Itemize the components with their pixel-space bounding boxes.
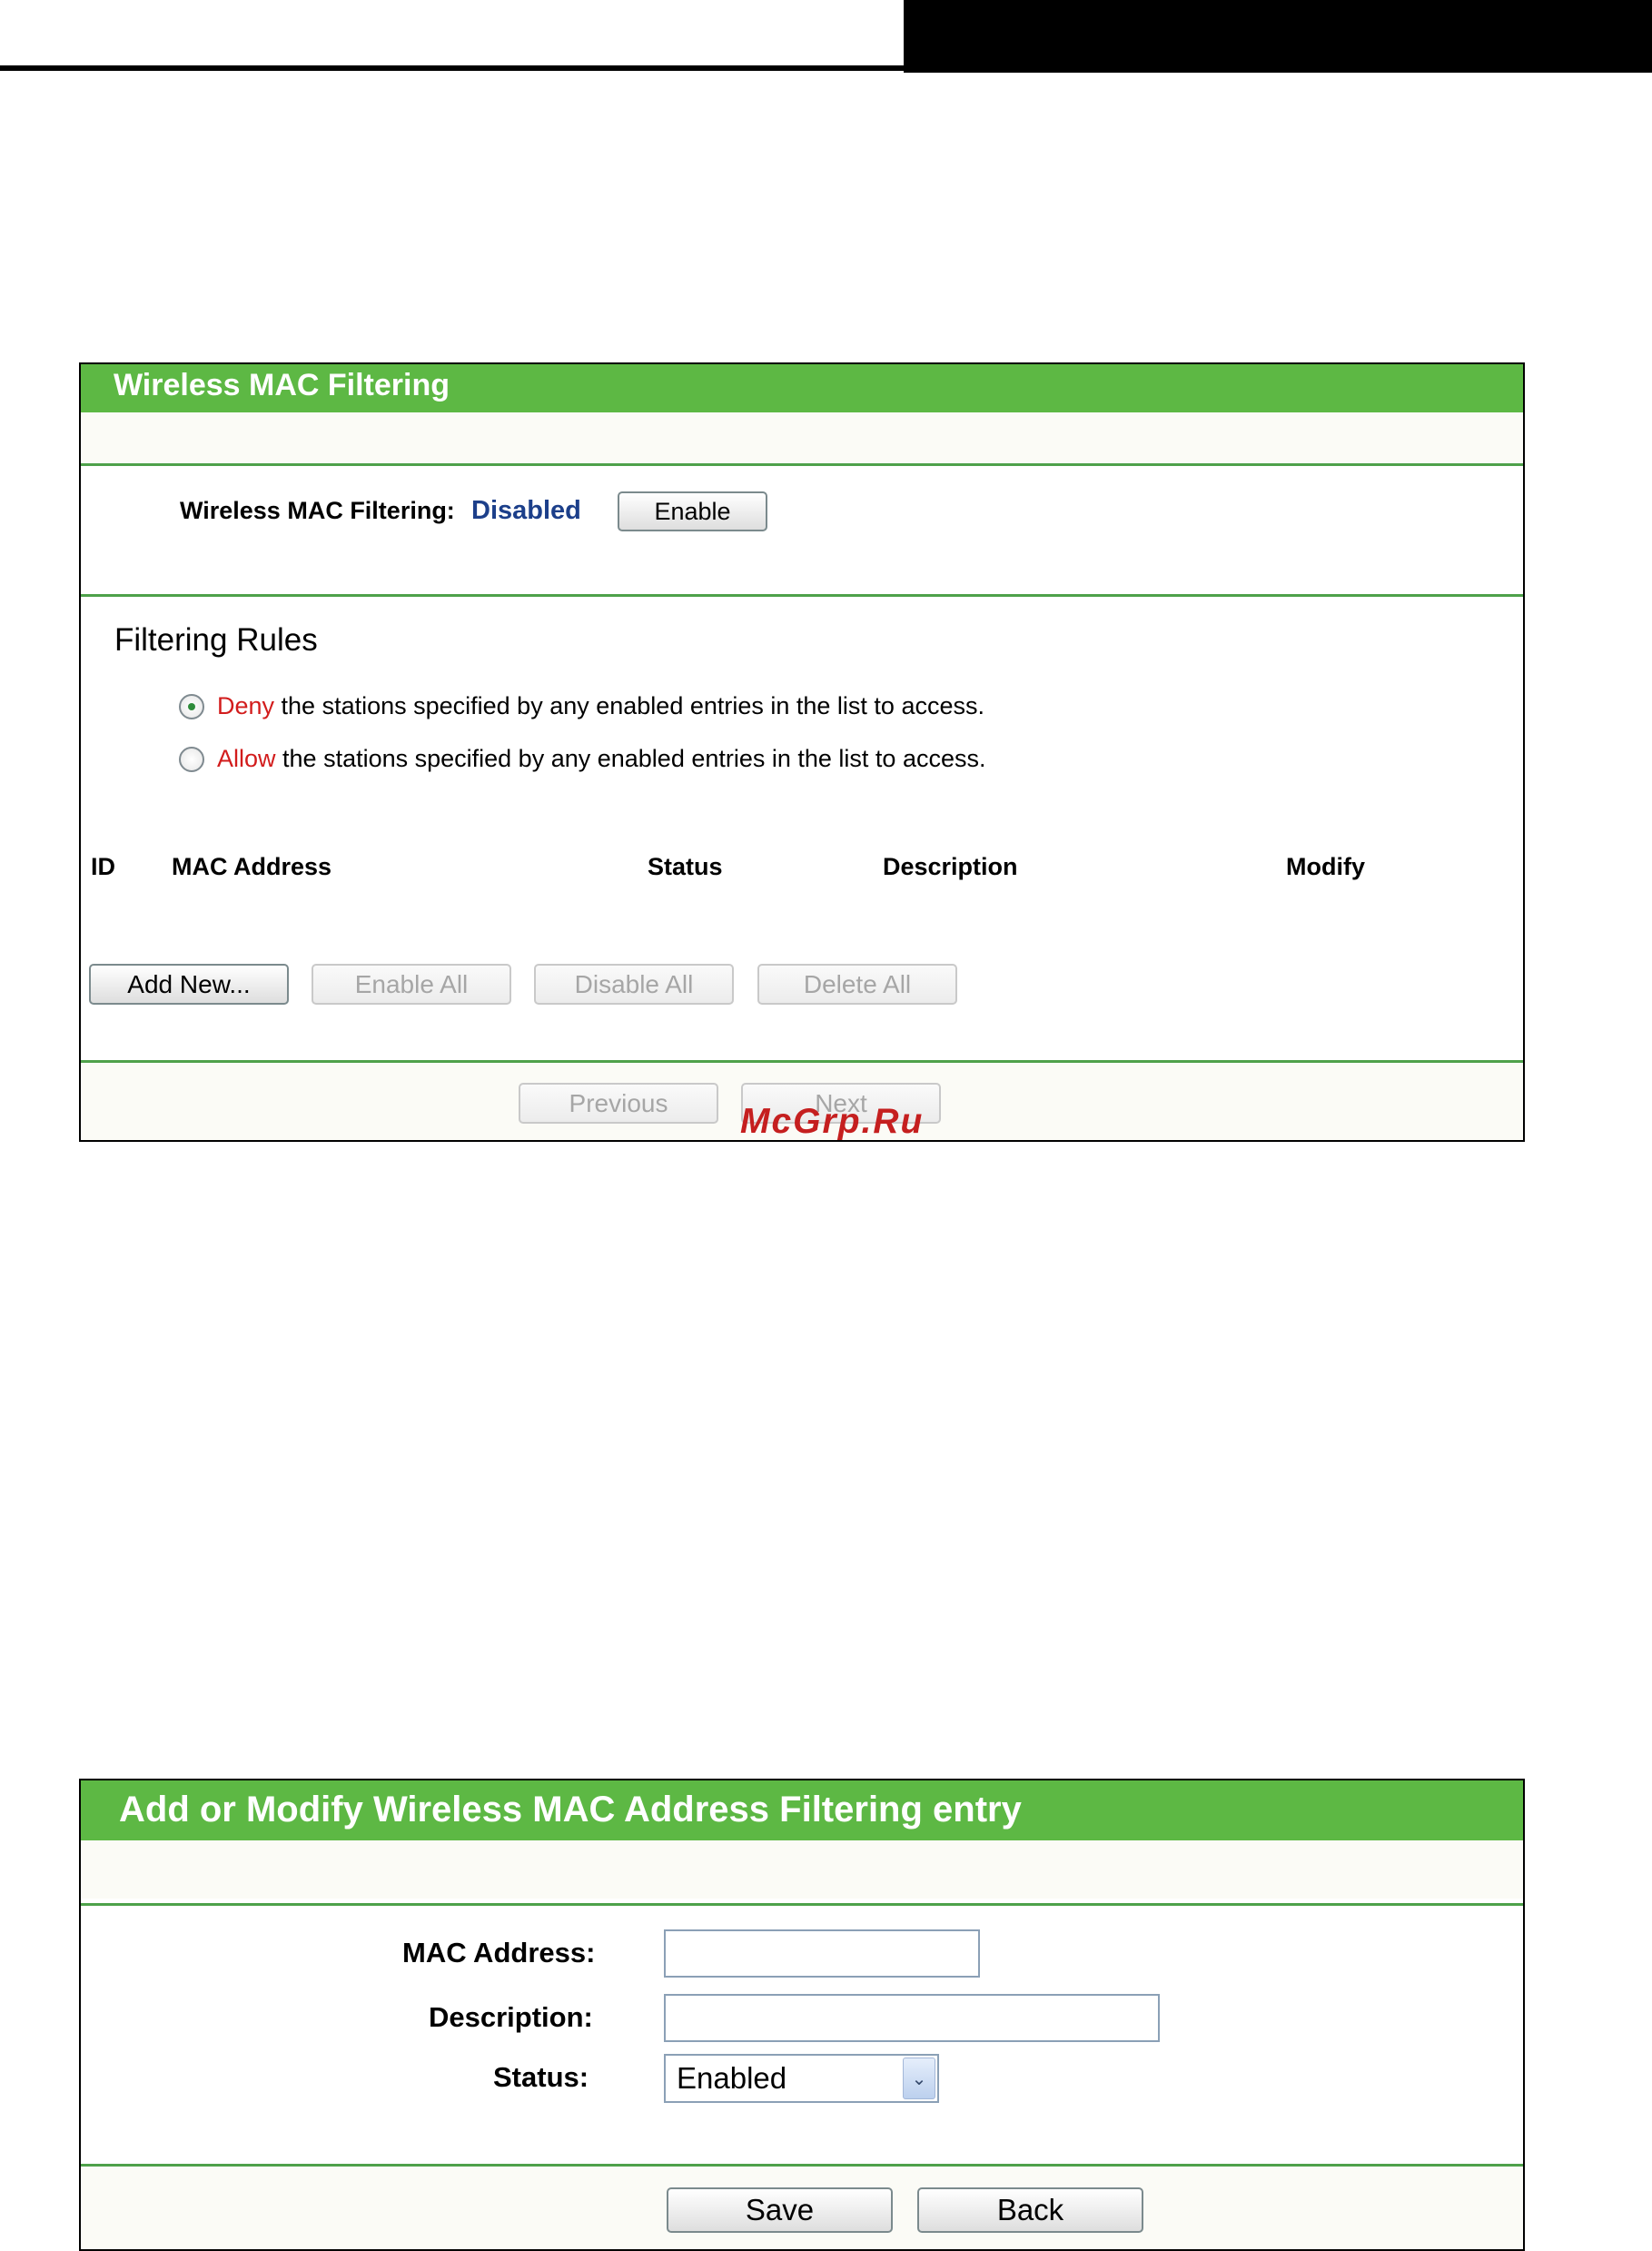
filtering-rules-heading: Filtering Rules — [114, 622, 318, 658]
column-header-mac: MAC Address — [172, 853, 332, 880]
delete-all-button[interactable]: Delete All — [757, 964, 957, 1005]
panel-title: Add or Modify Wireless MAC Address Filte… — [119, 1790, 1022, 1830]
enable-button[interactable]: Enable — [618, 491, 767, 531]
panel-band — [81, 1840, 1523, 1899]
column-header-modify: Modify — [1286, 853, 1365, 880]
panel-title-bar: Add or Modify Wireless MAC Address Filte… — [81, 1780, 1523, 1840]
wireless-mac-filtering-panel: Wireless MAC Filtering Wireless MAC Filt… — [79, 362, 1525, 1142]
radio-dot — [188, 703, 195, 710]
previous-button[interactable]: Previous — [519, 1083, 718, 1124]
disable-all-button[interactable]: Disable All — [534, 964, 734, 1005]
add-modify-entry-panel: Add or Modify Wireless MAC Address Filte… — [79, 1779, 1525, 2251]
column-header-id: ID — [91, 853, 115, 880]
watermark: McGrp.Ru — [740, 1102, 925, 1141]
allow-keyword: Allow — [217, 745, 276, 772]
allow-description: the stations specified by any enabled en… — [275, 745, 986, 772]
panel-title-bar: Wireless MAC Filtering — [81, 364, 1523, 412]
header-rule — [0, 65, 904, 71]
separator — [81, 1903, 1523, 1906]
description-input[interactable] — [664, 1994, 1160, 2042]
filtering-label: Wireless MAC Filtering: — [180, 497, 455, 524]
status-select[interactable]: Enabled ⌄ — [664, 2054, 939, 2103]
allow-rule-text: Allow the stations specified by any enab… — [217, 745, 985, 773]
mac-address-label: MAC Address: — [402, 1937, 596, 1968]
status-label: Status: — [493, 2061, 589, 2093]
status-select-value: Enabled — [677, 2061, 787, 2095]
enable-all-button[interactable]: Enable All — [312, 964, 511, 1005]
deny-rule-text: Deny the stations specified by any enabl… — [217, 692, 984, 720]
allow-radio[interactable] — [179, 747, 204, 772]
separator — [81, 594, 1523, 597]
deny-radio[interactable] — [179, 694, 204, 719]
separator — [81, 463, 1523, 466]
add-new-button[interactable]: Add New... — [89, 964, 289, 1005]
column-header-description: Description — [883, 853, 1018, 880]
deny-keyword: Deny — [217, 692, 275, 719]
column-header-status: Status — [648, 853, 723, 880]
chevron-down-icon[interactable]: ⌄ — [903, 2058, 935, 2099]
mac-address-input[interactable] — [664, 1929, 980, 1978]
header-block — [904, 0, 1652, 73]
description-label: Description: — [429, 2001, 593, 2033]
deny-description: the stations specified by any enabled en… — [274, 692, 984, 719]
filtering-status: Disabled — [471, 496, 581, 525]
back-button[interactable]: Back — [917, 2187, 1143, 2233]
panel-title: Wireless MAC Filtering — [114, 368, 450, 402]
save-button[interactable]: Save — [667, 2187, 893, 2233]
panel-band — [81, 412, 1523, 463]
